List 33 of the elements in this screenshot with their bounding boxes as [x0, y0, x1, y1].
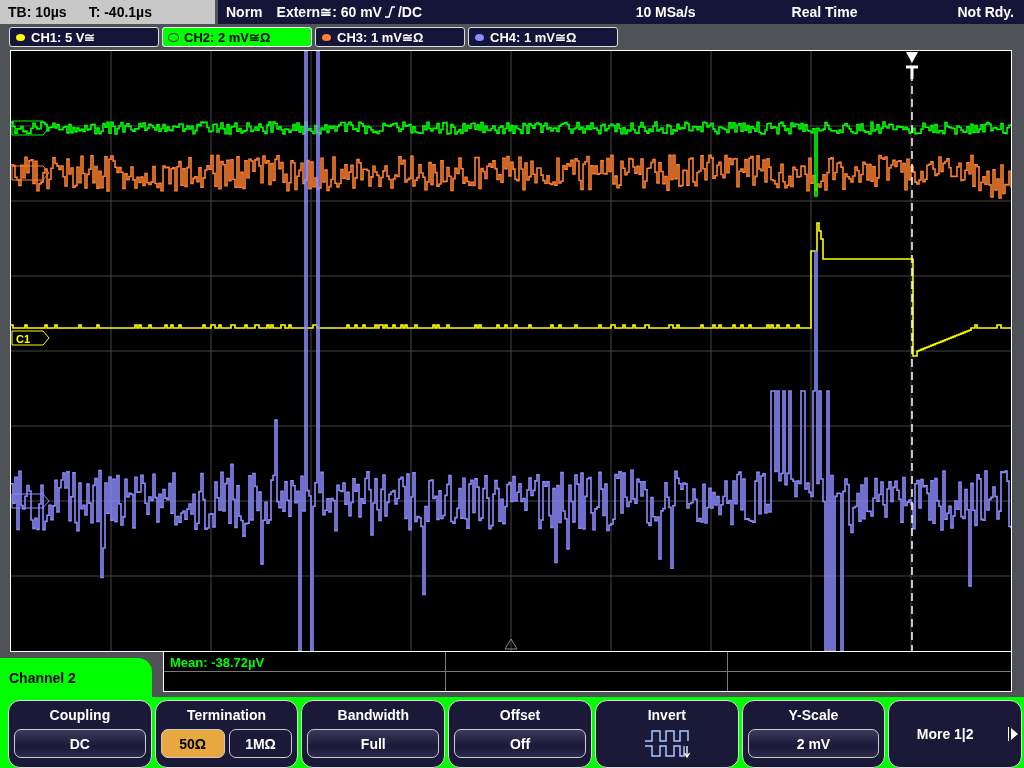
channel-marker-label: C1: [16, 333, 31, 345]
softkey-label: Bandwidth: [337, 707, 410, 723]
value-button[interactable]: Full: [307, 729, 440, 758]
softkey-label: Offset: [499, 707, 541, 723]
square-wave-icon[interactable]: [643, 729, 690, 759]
menu-title: Channel 2: [0, 658, 152, 697]
value-button[interactable]: 2 mV: [747, 729, 880, 758]
value-button[interactable]: Off: [454, 729, 586, 758]
option-button[interactable]: 1MΩ: [228, 729, 293, 758]
rising-edge-icon: [383, 6, 396, 18]
channel-tab[interactable]: CH3: 1 mV≅Ω: [315, 27, 465, 47]
timebase-label: TB: 10µs: [8, 4, 67, 20]
trigger-mode-label: Norm: [226, 4, 263, 20]
channel-tab[interactable]: CH1: 5 V≅: [9, 27, 159, 47]
trigger-position-icon: [504, 638, 518, 650]
measurement-label: Mean: -38.72µV: [170, 655, 265, 670]
channel-tab[interactable]: CH4: 1 mV≅Ω: [468, 27, 618, 47]
acquisition-mode-label: Real Time: [791, 4, 858, 20]
trigger-marker-icon[interactable]: [904, 52, 920, 81]
trigger-source-label: Extern≅: 60 mV: [276, 4, 382, 20]
value-button[interactable]: DC: [14, 729, 146, 758]
sample-rate-label: 10 MSa/s: [635, 4, 696, 20]
softkey-label: Y-Scale: [788, 707, 839, 723]
channel-tab[interactable]: CH2: 2 mV≅Ω: [162, 27, 312, 47]
trigger-time-label: T: -40.1µs: [88, 4, 152, 20]
acquisition-state-label: Not Rdy.: [957, 4, 1014, 20]
softkey-label: Termination: [187, 707, 267, 723]
option-button[interactable]: 50Ω: [160, 729, 225, 758]
trigger-coupling-label: /DC: [397, 4, 423, 20]
softkey-label: Invert: [647, 707, 686, 723]
softkey-label: Coupling: [49, 707, 111, 723]
more-button[interactable]: More 1|2: [910, 725, 980, 743]
play-icon: [1007, 727, 1018, 741]
